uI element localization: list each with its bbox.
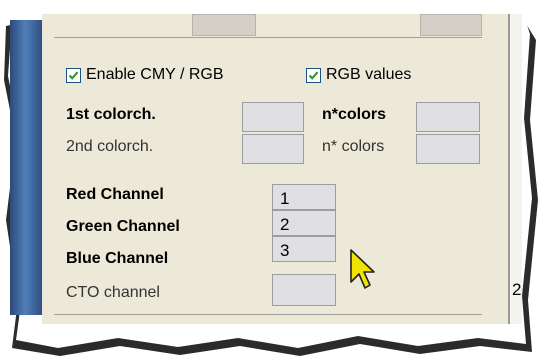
- label-red-channel: Red Channel: [66, 186, 164, 203]
- checkbox-rgb-values[interactable]: RGB values: [306, 66, 411, 84]
- input-ncolors-1[interactable]: [416, 102, 480, 132]
- checkbox-icon[interactable]: [66, 67, 81, 83]
- label-blue-channel: Blue Channel: [66, 250, 169, 267]
- input-blue-channel[interactable]: 3: [272, 236, 336, 262]
- check-mark-icon: [68, 70, 79, 80]
- input-cto-channel[interactable]: [272, 274, 336, 306]
- label-cto-channel: CTO channel: [66, 284, 160, 301]
- dmx-settings-panel: Enable CMY / RGB RGB values 1st colorch.…: [42, 14, 522, 324]
- checkbox-label-rgb-values: RGB values: [326, 66, 412, 83]
- input-green-channel[interactable]: 2: [272, 210, 336, 236]
- checkbox-label-cmy-rgb: Enable CMY / RGB: [86, 66, 224, 83]
- right-number-fragment: 2: [512, 280, 522, 299]
- checkbox-enable-cmy-rgb[interactable]: Enable CMY / RGB: [66, 66, 224, 84]
- input-ncolors-2[interactable]: [416, 134, 480, 164]
- left-scroll-decoration: [10, 20, 44, 315]
- top-field-fragment-2[interactable]: [420, 14, 482, 36]
- separator-bottom: [54, 314, 482, 315]
- input-1st-colorch[interactable]: [242, 102, 304, 132]
- input-2nd-colorch[interactable]: [242, 134, 304, 164]
- label-ncolors-bold: n*colors: [322, 106, 387, 123]
- label-1st-colorch: 1st colorch.: [66, 106, 156, 123]
- top-field-fragment-1[interactable]: [192, 14, 256, 36]
- label-green-channel: Green Channel: [66, 218, 180, 235]
- panel-right-strip: [510, 14, 522, 324]
- check-mark-icon: [308, 70, 319, 80]
- label-2nd-colorch: 2nd colorch.: [66, 138, 154, 155]
- input-red-channel[interactable]: 1: [272, 184, 336, 210]
- separator-top: [54, 37, 482, 38]
- label-ncolors: n* colors: [322, 138, 385, 155]
- checkbox-icon[interactable]: [306, 67, 321, 83]
- mouse-cursor-icon: [350, 249, 375, 289]
